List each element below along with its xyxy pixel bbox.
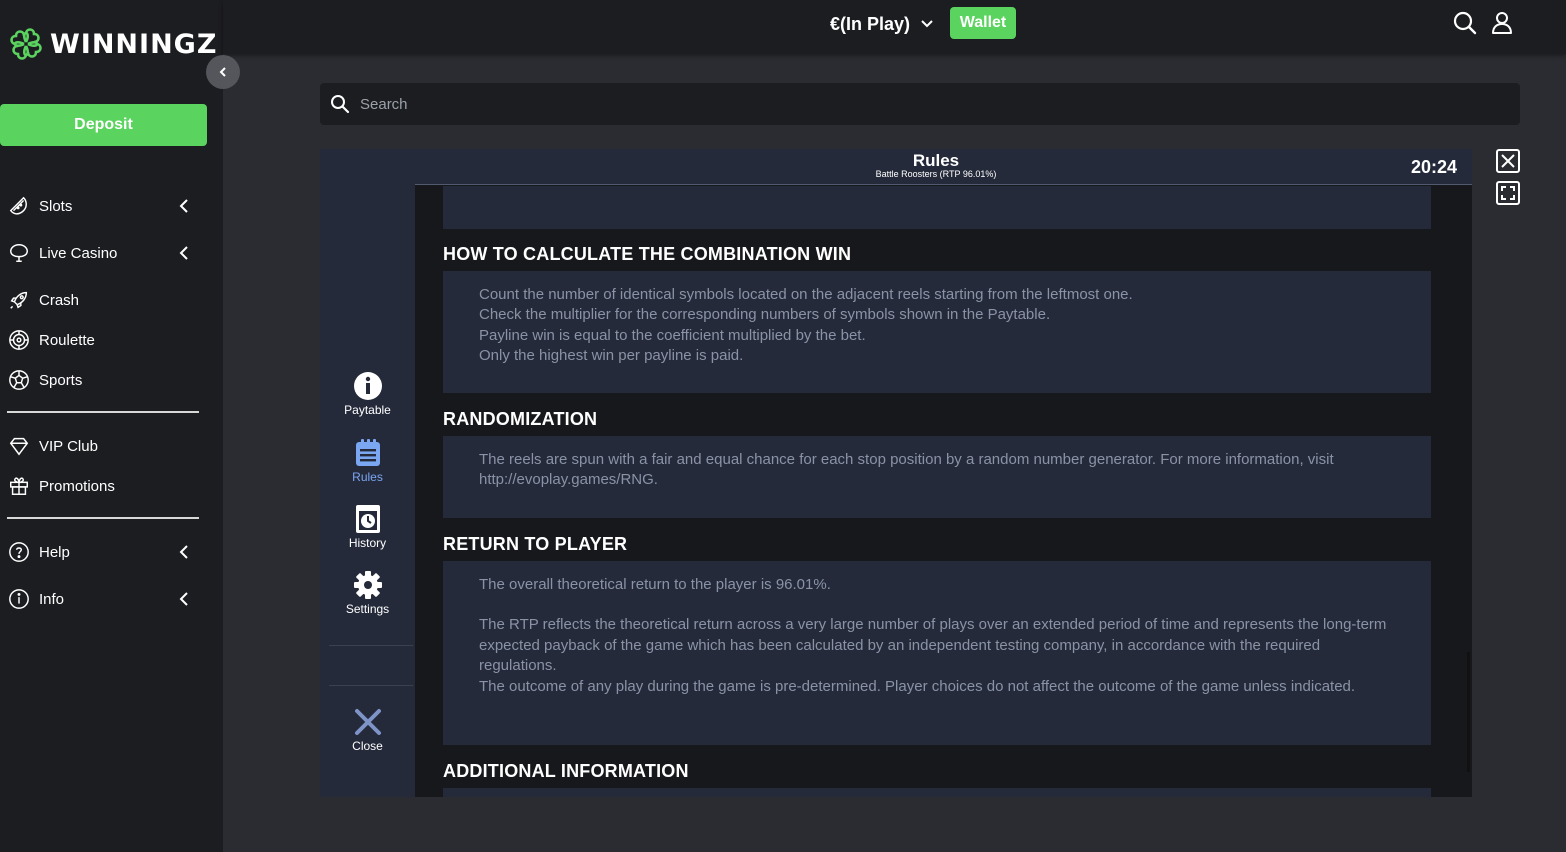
- history-button[interactable]: History: [320, 504, 415, 550]
- help-icon: [7, 540, 31, 564]
- section-box-additional: [443, 788, 1431, 797]
- watermelon-icon: [7, 194, 31, 218]
- rule-line: Payline win is equal to the coefficient …: [479, 326, 866, 344]
- rule-line: Only the highest win per payline is paid…: [479, 347, 744, 365]
- paytable-label: Paytable: [344, 403, 391, 417]
- paytable-button[interactable]: Paytable: [320, 371, 415, 417]
- game-clock: 20:24: [1410, 157, 1457, 177]
- rule-text: The outcome of any play during the game …: [479, 677, 1356, 695]
- soccer-ball-icon: [7, 368, 31, 392]
- sidebar-item-label: Help: [39, 543, 70, 561]
- section-title-additional: ADDITIONAL INFORMATION: [443, 761, 689, 781]
- sidebar: WINNINGZ Deposit Slots Live Casino Crash: [0, 0, 223, 852]
- section-title-randomization: RANDOMIZATION: [443, 409, 598, 429]
- brand-name: WINNINGZ: [50, 28, 218, 60]
- sidebar-item-help[interactable]: Help: [7, 537, 199, 567]
- sidebar-item-vip-club[interactable]: VIP Club: [7, 431, 199, 461]
- fullscreen-icon: [1501, 186, 1515, 200]
- rules-title: Rules: [912, 151, 960, 170]
- section-title-combination: HOW TO CALCULATE THE COMBINATION WIN: [443, 244, 852, 264]
- section-title-rtp: RETURN TO PLAYER: [443, 534, 628, 554]
- chevron-down-icon: [921, 20, 933, 28]
- info-icon: [353, 372, 382, 400]
- sidebar-item-roulette[interactable]: Roulette: [7, 325, 199, 355]
- menu-divider: [329, 685, 413, 686]
- sidebar-item-label: Crash: [39, 291, 80, 309]
- sidebar-item-label: Slots: [39, 197, 73, 215]
- sidebar-divider: [7, 411, 199, 413]
- section-box-combination: Count the number of identical symbols lo…: [443, 271, 1431, 393]
- sidebar-divider: [7, 517, 199, 519]
- sidebar-item-info[interactable]: Info: [7, 584, 199, 614]
- sidebar-item-slots[interactable]: Slots: [7, 191, 199, 221]
- history-label: History: [348, 536, 387, 550]
- chevron-left-icon: [179, 246, 188, 260]
- close-game-button[interactable]: [1496, 149, 1520, 173]
- rocket-icon: [7, 288, 31, 312]
- menu-divider: [329, 645, 413, 646]
- balance-label: €(In Play): [830, 13, 911, 34]
- info-icon: [7, 587, 31, 611]
- sidebar-item-promotions[interactable]: Promotions: [7, 471, 199, 501]
- sidebar-item-label: Sports: [39, 371, 83, 389]
- brand-logo[interactable]: WINNINGZ: [6, 24, 217, 64]
- sidebar-item-label: Promotions: [39, 477, 115, 495]
- section-box-randomization: The reels are spun with a fair and equal…: [443, 436, 1431, 518]
- game-frame: Paytable Rules History Settings Close Ru…: [320, 149, 1472, 797]
- close-icon: [354, 709, 381, 735]
- search-icon: [331, 95, 350, 114]
- user-icon[interactable]: [1489, 10, 1515, 36]
- sidebar-item-label: Live Casino: [39, 244, 118, 262]
- chevron-left-icon: [179, 592, 188, 606]
- game-menu: Paytable Rules History Settings Close: [320, 149, 415, 797]
- section-box-rtp: The overall theoretical return to the pl…: [443, 561, 1431, 745]
- app-root: WINNINGZ Deposit Slots Live Casino Crash: [0, 0, 1566, 852]
- fullscreen-button[interactable]: [1496, 181, 1520, 205]
- search-bar: [320, 83, 1520, 125]
- rule-text: The RTP reflects the theoretical return …: [479, 616, 1387, 675]
- rule-text: The reels are spun with a fair and equal…: [479, 451, 1334, 489]
- close-label: Close: [352, 739, 383, 753]
- rules-label: Rules: [352, 470, 383, 484]
- chevron-left-icon: [179, 199, 188, 213]
- live-casino-icon: [7, 241, 31, 265]
- rules-header: Rules Battle Roosters (RTP 96.01%) 20:24: [415, 149, 1472, 185]
- balance-selector[interactable]: €(In Play): [830, 12, 934, 36]
- search-icon[interactable]: [1452, 10, 1478, 36]
- rules-button[interactable]: Rules: [320, 438, 415, 484]
- sidebar-item-label: VIP Club: [39, 437, 98, 455]
- settings-label: Settings: [345, 602, 390, 616]
- gift-icon: [7, 474, 31, 498]
- deposit-button[interactable]: Deposit: [0, 104, 207, 146]
- history-clock-icon: [355, 505, 380, 533]
- sidebar-item-sports[interactable]: Sports: [7, 365, 199, 395]
- rules-subtitle: Battle Roosters (RTP 96.01%): [875, 169, 997, 179]
- chevron-left-icon: [179, 545, 188, 559]
- close-icon: [1501, 154, 1515, 168]
- settings-button[interactable]: Settings: [320, 570, 415, 616]
- gear-icon: [353, 571, 382, 599]
- rules-book-icon: [355, 439, 380, 466]
- clover-logo-icon: [10, 28, 42, 60]
- game-close-button[interactable]: Close: [320, 707, 415, 753]
- search-input[interactable]: [360, 95, 1360, 113]
- sidebar-item-label: Info: [39, 590, 65, 608]
- chevron-left-icon: [219, 67, 226, 77]
- section-box: [443, 186, 1431, 229]
- sidebar-item-live-casino[interactable]: Live Casino: [7, 238, 199, 268]
- roulette-icon: [7, 328, 31, 352]
- diamond-icon: [7, 434, 31, 458]
- sidebar-item-crash[interactable]: Crash: [7, 285, 199, 315]
- sidebar-collapse-button[interactable]: [206, 55, 240, 89]
- rule-line: Count the number of identical symbols lo…: [479, 286, 1133, 303]
- rule-line: Check the multiplier for the correspondi…: [479, 306, 1051, 324]
- sidebar-item-label: Roulette: [39, 331, 95, 349]
- rule-text: The overall theoretical return to the pl…: [479, 576, 831, 593]
- rules-scrollbar[interactable]: [1467, 652, 1470, 772]
- wallet-button[interactable]: Wallet: [950, 7, 1016, 39]
- top-bar: €(In Play) Wallet: [223, 0, 1566, 54]
